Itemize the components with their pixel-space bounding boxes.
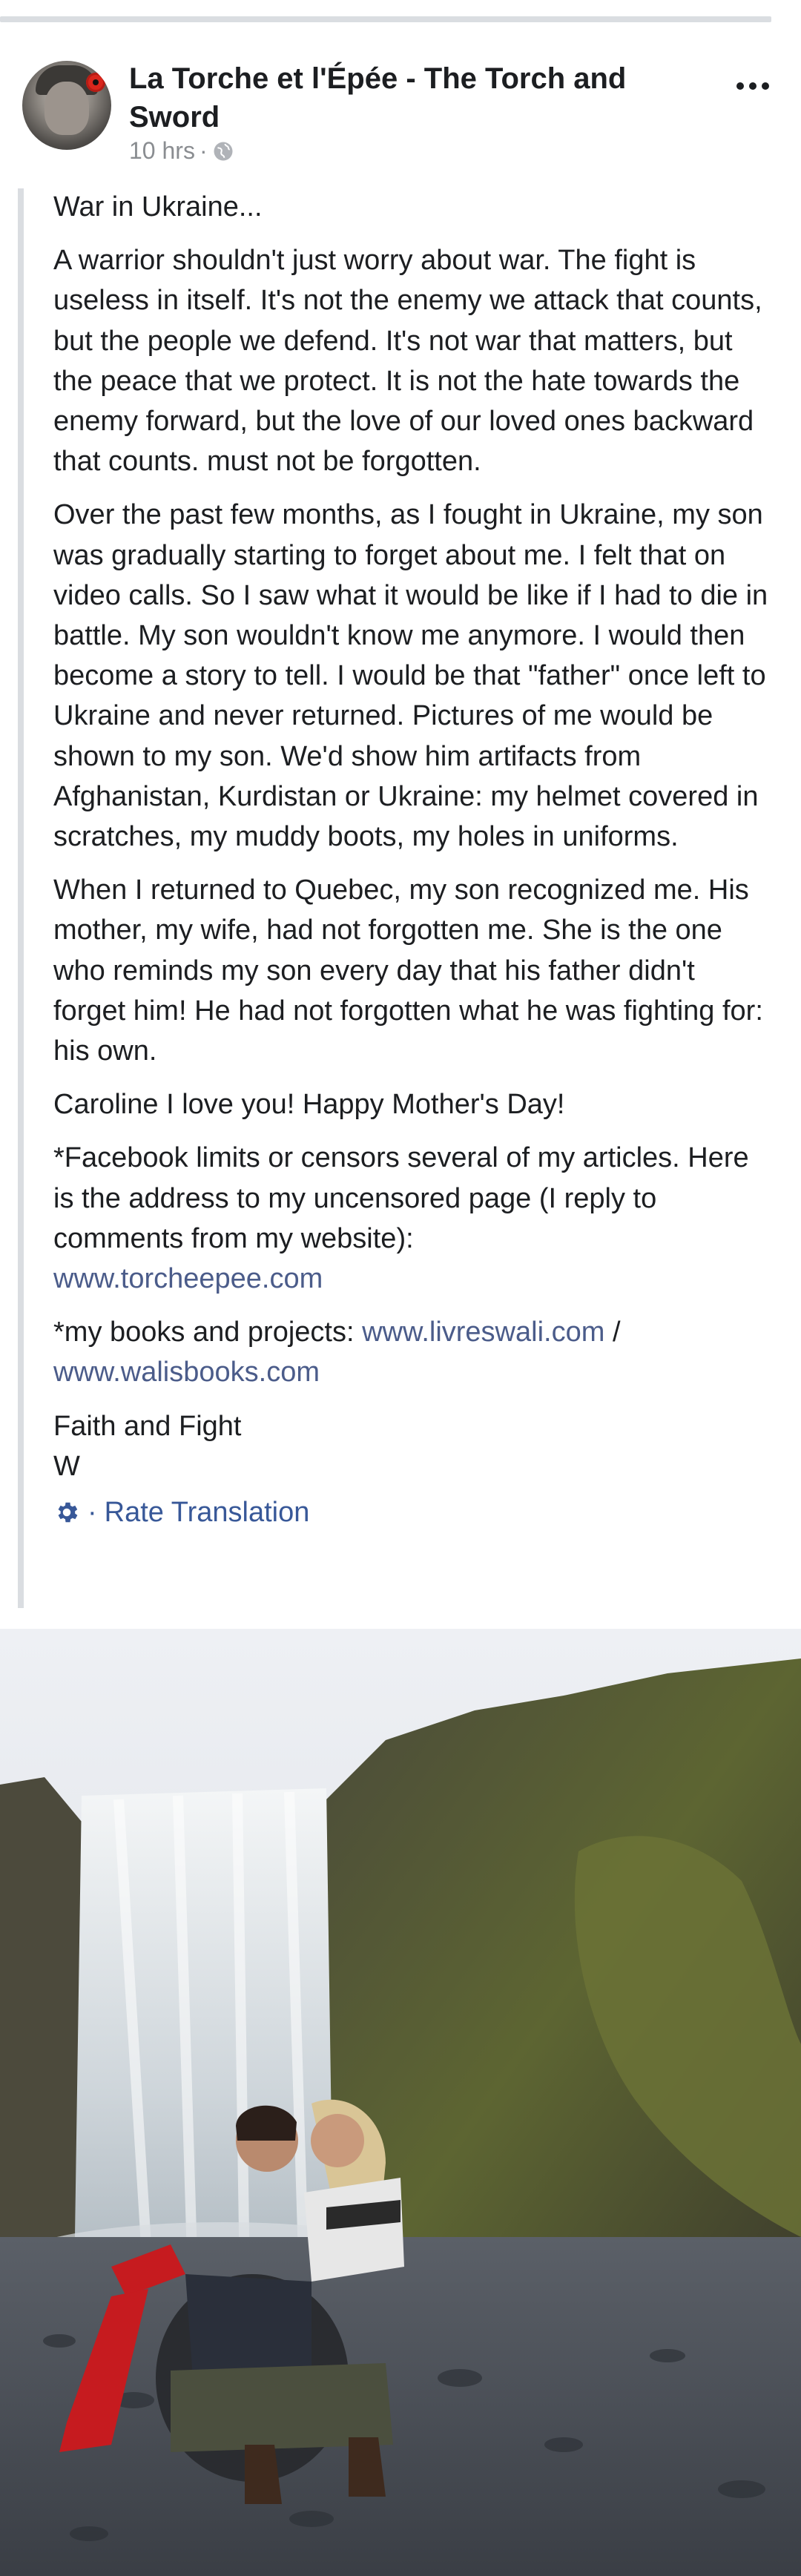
facebook-note-text: *Facebook limits or censors several of m… [53, 1142, 749, 1254]
gear-icon[interactable] [53, 1499, 80, 1526]
post-header: La Torche et l'Épée - The Torch and Swor… [0, 52, 801, 165]
rate-translation-row: · Rate Translation [53, 1492, 774, 1532]
post-body: War in Ukraine... A warrior shouldn't ju… [53, 187, 774, 1532]
post-paragraph: When I returned to Quebec, my son recogn… [53, 874, 763, 1067]
post-paragraph: Over the past few months, as I fought in… [53, 499, 768, 853]
post-paragraph: A warrior shouldn't just worry about war… [53, 245, 762, 478]
top-bar [0, 0, 801, 13]
books-line: *my books and projects: www.livreswali.c… [53, 1312, 774, 1392]
post-timestamp[interactable]: 10 hrs [129, 137, 195, 165]
post-photo[interactable] [0, 1629, 801, 2576]
signoff-line-1: Faith and Fight [53, 1410, 242, 1442]
more-horizontal-icon-dot [762, 82, 769, 90]
feed-divider [0, 16, 771, 22]
post-meta: 10 hrs · [129, 137, 234, 165]
post-paragraph: Caroline I love you! Happy Mother's Day! [53, 1089, 565, 1121]
website-link[interactable]: www.torcheepee.com [53, 1263, 323, 1294]
facebook-note: *Facebook limits or censors several of m… [53, 1138, 774, 1299]
translation-quote-bar [18, 188, 24, 1608]
meta-separator: · [199, 137, 208, 164]
rate-translation-link[interactable]: Rate Translation [105, 1492, 310, 1532]
translation-separator: · [88, 1497, 97, 1529]
globe-icon [214, 142, 233, 160]
photo-cliff-left [0, 1777, 82, 2267]
page-name-link[interactable]: La Torche et l'Épée - The Torch and Swor… [129, 59, 693, 136]
signoff-line-2: W [53, 1450, 80, 1482]
signoff: Faith and Fight W [53, 1406, 774, 1486]
avatar-face [44, 82, 89, 135]
page-avatar[interactable] [22, 61, 111, 150]
more-options-button[interactable] [727, 71, 779, 101]
more-horizontal-icon-dot [749, 82, 756, 90]
post-paragraph: War in Ukraine... [53, 191, 263, 223]
books-label: *my books and projects: [53, 1317, 355, 1348]
poppy-icon [86, 73, 105, 92]
more-horizontal-icon-dot [736, 82, 744, 90]
livreswali-link[interactable]: www.livreswali.com [362, 1317, 604, 1348]
walisbooks-link[interactable]: www.walisbooks.com [53, 1357, 320, 1388]
books-separator: / [612, 1317, 621, 1348]
